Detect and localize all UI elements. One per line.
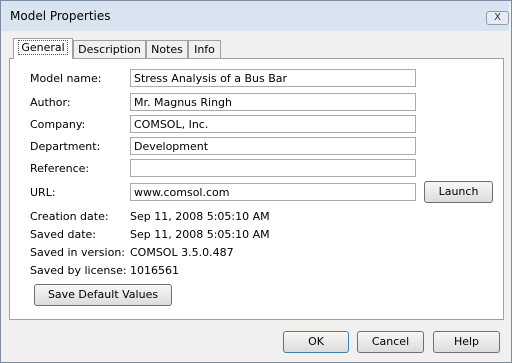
tab-general-label: General — [18, 40, 68, 55]
model-properties-dialog: Model Properties X General Description N… — [0, 0, 512, 363]
creation-date-value: Sep 11, 2008 5:05:10 AM — [130, 210, 270, 223]
saved-date-label: Saved date: — [30, 228, 96, 241]
tab-info[interactable]: Info — [188, 40, 221, 58]
author-label: Author: — [30, 96, 71, 109]
title-bar: Model Properties X — [1, 1, 509, 31]
company-label: Company: — [30, 118, 86, 131]
launch-button[interactable]: Launch — [424, 181, 493, 203]
tab-general[interactable]: General — [13, 38, 73, 59]
reference-label: Reference: — [30, 162, 90, 175]
company-field[interactable]: COMSOL, Inc. — [130, 115, 416, 133]
creation-date-label: Creation date: — [30, 210, 109, 223]
department-field[interactable]: Development — [130, 137, 416, 155]
tab-notes-label: Notes — [151, 43, 183, 56]
department-label: Department: — [30, 140, 101, 153]
saved-version-value: COMSOL 3.5.0.487 — [130, 246, 234, 259]
model-name-label: Model name: — [30, 72, 102, 85]
saved-version-label: Saved in version: — [30, 246, 125, 259]
saved-date-value: Sep 11, 2008 5:05:10 AM — [130, 228, 270, 241]
tab-info-label: Info — [194, 43, 215, 56]
reference-field[interactable] — [130, 159, 416, 177]
cancel-button[interactable]: Cancel — [357, 331, 424, 353]
window-title: Model Properties — [10, 9, 111, 23]
close-icon: X — [494, 12, 501, 23]
saved-license-value: 1016561 — [130, 264, 179, 277]
url-label: URL: — [30, 186, 56, 199]
help-button[interactable]: Help — [433, 331, 500, 353]
tab-description-label: Description — [78, 43, 141, 56]
tab-description[interactable]: Description — [73, 40, 146, 58]
close-button[interactable]: X — [486, 11, 509, 25]
tab-notes[interactable]: Notes — [146, 40, 188, 58]
save-default-values-button[interactable]: Save Default Values — [34, 284, 172, 306]
author-field[interactable]: Mr. Magnus Ringh — [130, 93, 416, 111]
saved-license-label: Saved by license: — [30, 264, 127, 277]
model-name-field[interactable]: Stress Analysis of a Bus Bar — [130, 69, 416, 87]
ok-button[interactable]: OK — [283, 331, 349, 353]
url-field[interactable]: www.comsol.com — [130, 183, 416, 201]
